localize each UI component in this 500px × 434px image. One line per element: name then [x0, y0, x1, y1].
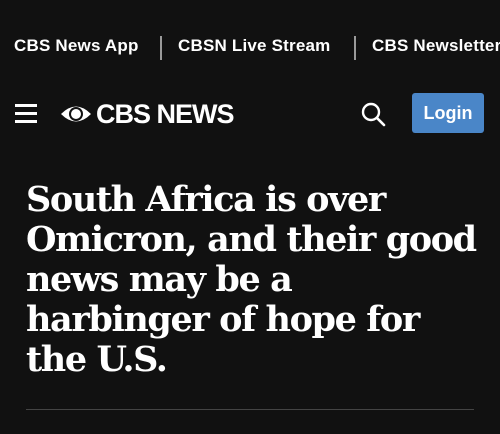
top-links-bar: CBS News App CBSN Live Stream CBS Newsle… [0, 0, 500, 96]
login-button[interactable]: Login [412, 93, 484, 133]
cbs-news-logo[interactable]: CBS NEWS [60, 96, 235, 132]
cbs-news-app-link[interactable]: CBS News App [14, 36, 139, 56]
cbs-newsletters-link[interactable]: CBS Newsletters [372, 36, 500, 56]
article-headline: South Africa is over Omicron, and their … [26, 179, 477, 380]
headline-divider [26, 409, 474, 410]
cbsn-live-stream-link[interactable]: CBSN Live Stream [178, 36, 330, 56]
search-icon[interactable] [360, 101, 386, 127]
hamburger-menu-icon[interactable] [15, 102, 37, 124]
link-separator [160, 36, 162, 60]
link-separator [354, 36, 356, 60]
cbs-eye-icon [61, 106, 91, 122]
logo-text: CBS NEWS [96, 98, 235, 129]
main-navbar: CBS NEWS Login [0, 88, 500, 142]
